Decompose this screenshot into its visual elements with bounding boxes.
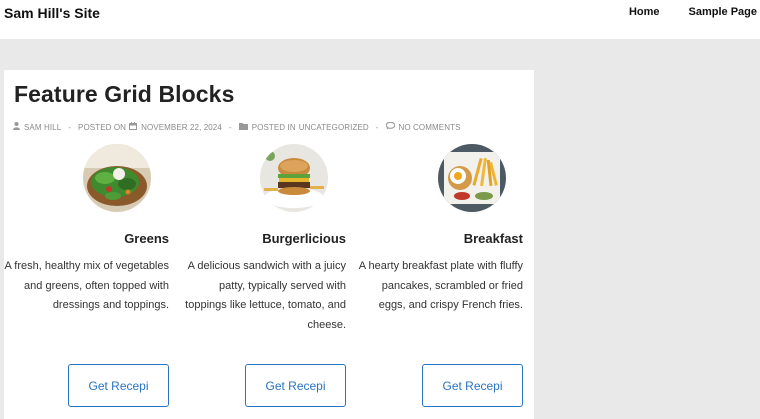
post-meta: SAM HILL - POSTED ON NOVEMBER 22, 2024 -…	[13, 121, 461, 132]
folder-icon	[238, 122, 248, 132]
post-date-link[interactable]: NOVEMBER 22, 2024	[141, 123, 222, 132]
breakfast-image-icon	[438, 144, 506, 212]
feature-title: Burgerlicious	[262, 231, 346, 246]
feature-description: A fresh, healthy mix of vegetables and g…	[4, 260, 169, 312]
salad-image-icon	[83, 144, 151, 212]
feature-description: A hearty breakfast plate with fluffy pan…	[358, 260, 523, 312]
meta-separator: -	[375, 122, 379, 132]
posted-in-label: POSTED IN	[251, 122, 296, 132]
user-icon	[13, 122, 20, 132]
nav-item-home[interactable]: Home	[629, 6, 660, 18]
meta-separator: -	[228, 122, 232, 132]
get-recipe-button[interactable]: Get Recepi	[245, 364, 346, 407]
posted-on-label: POSTED ON	[78, 122, 127, 132]
comment-icon	[385, 121, 395, 132]
burger-image-icon	[260, 144, 328, 212]
post-title: Feature Grid Blocks	[14, 81, 235, 107]
post-card: Feature Grid Blocks SAM HILL - POSTED ON…	[4, 70, 534, 419]
site-header: Sam Hill's Site Home Sample Page	[0, 0, 760, 39]
get-recipe-button[interactable]: Get Recepi	[68, 364, 169, 407]
get-recipe-button[interactable]: Get Recepi	[422, 364, 523, 407]
meta-separator: -	[68, 122, 72, 132]
nav-item-sample-page[interactable]: Sample Page	[689, 6, 757, 18]
post-author-link[interactable]: SAM HILL	[24, 123, 61, 132]
feature-title: Breakfast	[463, 231, 523, 246]
feature-title: Greens	[124, 231, 169, 246]
post-category-link[interactable]: UNCATEGORIZED	[299, 123, 369, 132]
main-nav: Home Sample Page	[629, 6, 757, 18]
post-comments-link[interactable]: NO COMMENTS	[399, 123, 461, 132]
feature-description: A delicious sandwich with a juicy patty,…	[185, 260, 346, 331]
calendar-icon	[129, 122, 138, 132]
site-title[interactable]: Sam Hill's Site	[4, 5, 100, 21]
